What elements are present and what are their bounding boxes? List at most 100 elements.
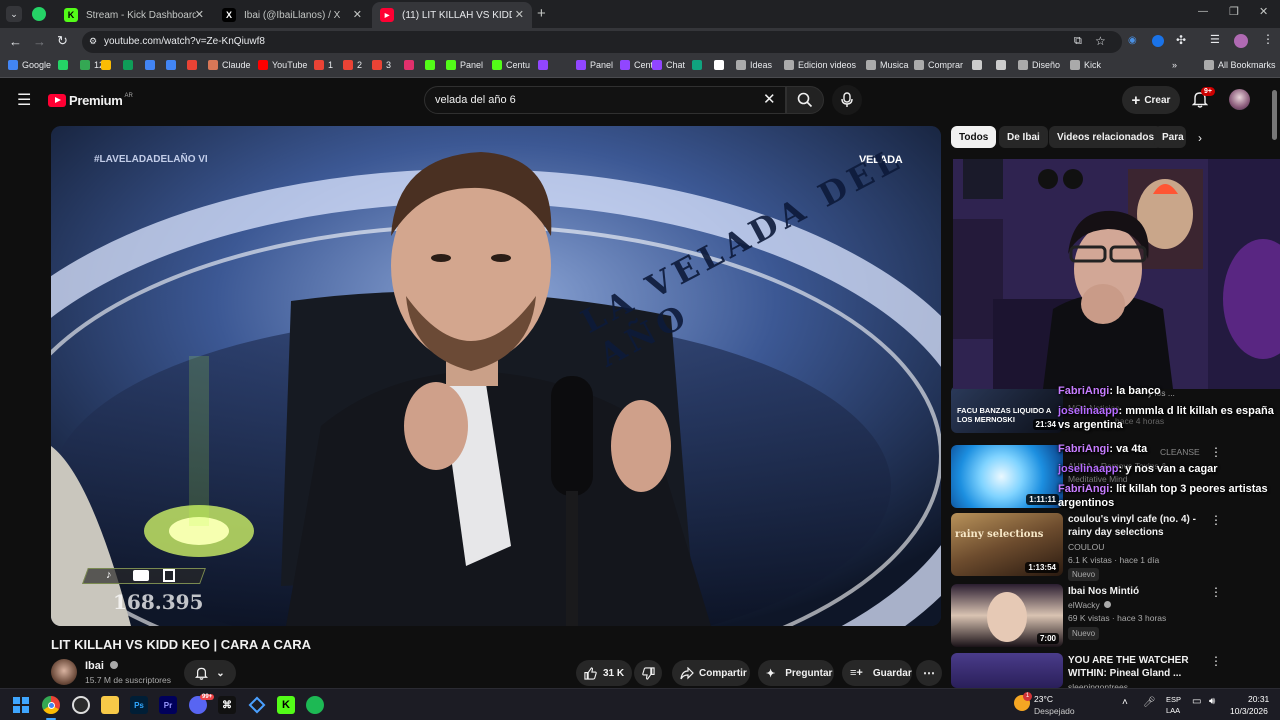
like-button[interactable]: 31 K	[576, 660, 632, 686]
windows-start-icon[interactable]	[13, 697, 29, 713]
microphone-tray-icon[interactable]: 🎤︎	[1143, 697, 1156, 708]
bookmark-item[interactable]	[996, 60, 1010, 70]
bookmark-item[interactable]	[404, 60, 418, 70]
bookmark-item[interactable]: Kick	[1070, 60, 1101, 70]
all-bookmarks-button[interactable]: All Bookmarks	[1204, 60, 1276, 70]
bookmark-item[interactable]: 3	[372, 60, 391, 70]
chip-de-ibai[interactable]: De Ibai	[999, 126, 1048, 148]
youtube-logo[interactable]: Premium AR	[48, 93, 133, 108]
tab-x-ibai[interactable]: X Ibai (@IbaiLlanos) / X ✕	[214, 2, 370, 28]
bookmark-item[interactable]: Centu	[492, 60, 530, 70]
site-info-icon[interactable]: ⚙	[89, 36, 97, 47]
network-icon[interactable]: ▭	[1192, 696, 1201, 707]
extension-shazam-icon[interactable]	[1152, 35, 1164, 47]
channel-name[interactable]: Ibai	[85, 660, 119, 672]
photoshop-icon[interactable]: Ps	[130, 696, 148, 714]
bookmark-item[interactable]: 2	[343, 60, 362, 70]
rec-channel[interactable]: COULOU	[1068, 542, 1104, 552]
notifications-button[interactable]: 9+	[1191, 87, 1215, 113]
tab-youtube-video[interactable]: ▶ (11) LIT KILLAH VS KIDD KEO | C ✕	[372, 2, 532, 28]
minimize-button[interactable]: —	[1198, 6, 1208, 17]
kick-icon[interactable]: K	[277, 696, 295, 714]
ask-button[interactable]: ✦ Preguntar	[758, 660, 834, 686]
tray-chevron-icon[interactable]: ˄	[1122, 697, 1128, 708]
profile-avatar[interactable]	[1234, 34, 1248, 48]
bookmark-item[interactable]: Claude	[208, 60, 251, 70]
back-arrow-icon[interactable]: ←	[9, 34, 22, 49]
app-diamond-icon[interactable]	[248, 696, 266, 714]
reload-icon[interactable]: ↻	[57, 33, 68, 49]
subscription-bell-button[interactable]: ⌄	[184, 660, 236, 686]
bookmark-star-icon[interactable]: ☆	[1095, 34, 1106, 48]
bookmark-item[interactable]: Google	[8, 60, 51, 70]
account-avatar[interactable]	[1229, 89, 1250, 110]
bookmark-item[interactable]	[714, 60, 728, 70]
share-button[interactable]: Compartir	[672, 660, 750, 686]
volume-icon[interactable]: 🔊︎	[1209, 696, 1215, 707]
url-text[interactable]: youtube.com/watch?v=Ze-KnQiuwf8	[104, 36, 265, 47]
more-actions-button[interactable]: ⋯	[916, 660, 942, 686]
bookmark-item[interactable]: Ideas	[736, 60, 772, 70]
clear-search-icon[interactable]: ✕	[763, 90, 776, 108]
bookmark-item[interactable]	[425, 60, 439, 70]
channel-avatar[interactable]	[51, 659, 77, 685]
video-player[interactable]: #LAVELADADELAÑO VI VELADA LA VELADA DEL …	[51, 126, 941, 626]
clock-time[interactable]: 20:31	[1248, 694, 1269, 704]
bookmark-item[interactable]: 1	[314, 60, 333, 70]
bookmark-item[interactable]	[692, 60, 706, 70]
close-icon[interactable]: ✕	[195, 8, 204, 21]
bookmark-item[interactable]: Panel	[576, 60, 613, 70]
bookmark-item[interactable]	[166, 60, 180, 70]
bookmark-item[interactable]: YouTube	[258, 60, 307, 70]
address-bar[interactable]: ⚙ youtube.com/watch?v=Ze-KnQiuwf8 ⧉ ☆	[82, 31, 1122, 53]
bookmark-item[interactable]	[123, 60, 137, 70]
clock-date[interactable]: 10/3/2026	[1230, 706, 1268, 716]
rec-thumbnail[interactable]: 7:00	[951, 584, 1063, 647]
voice-search-button[interactable]	[832, 85, 862, 115]
dislike-button[interactable]	[634, 660, 662, 686]
rec-menu-icon[interactable]: ⋮	[1210, 513, 1222, 527]
bookmark-item[interactable]	[972, 60, 986, 70]
bookmark-item[interactable]	[101, 60, 115, 70]
bookmark-item[interactable]	[187, 60, 201, 70]
extensions-puzzle-icon[interactable]: ✣	[1176, 33, 1186, 47]
close-icon[interactable]: ✕	[515, 8, 524, 21]
lang-layout[interactable]: LAA	[1166, 706, 1180, 715]
rec-menu-icon[interactable]: ⋮	[1210, 445, 1222, 459]
search-button[interactable]	[786, 86, 824, 114]
page-scrollbar[interactable]	[1272, 90, 1277, 140]
bookmark-item[interactable]: Panel	[446, 60, 483, 70]
search-input[interactable]: velada del año 6 ✕	[424, 86, 786, 114]
bookmark-item[interactable]	[58, 60, 72, 70]
chip-para[interactable]: Para	[1154, 126, 1186, 148]
bookmark-item[interactable]	[145, 60, 159, 70]
rec-menu-icon[interactable]: ⋮	[1210, 585, 1222, 599]
bookmark-item[interactable]: Musica	[866, 60, 909, 70]
bookmarks-overflow-button[interactable]: »	[1172, 60, 1177, 70]
tab-search-button[interactable]: ⌄	[6, 6, 22, 22]
bookmark-item[interactable]: Diseño	[1018, 60, 1060, 70]
lang-code[interactable]: ESP	[1166, 695, 1181, 704]
whatsapp-pinned-tab[interactable]	[32, 7, 46, 21]
extension-audio-icon[interactable]: ◉	[1128, 35, 1137, 46]
rec-channel[interactable]: elWacky	[1068, 600, 1112, 610]
tab-kick-dashboard[interactable]: K Stream - Kick Dashboard ✕	[56, 2, 212, 28]
rec-thumbnail[interactable]: 1:11:11	[951, 445, 1063, 508]
premiere-icon[interactable]: Pr	[159, 696, 177, 714]
rec-thumbnail[interactable]: FACU BANZAS LIQUIDO A LOS MERNOSKI 21:34	[951, 386, 1063, 433]
create-button[interactable]: + Crear	[1122, 86, 1180, 114]
chrome-icon[interactable]	[42, 696, 60, 714]
bookmark-item[interactable]: Edicion videos	[784, 60, 856, 70]
rec-thumbnail[interactable]: rainy selections 1:13:54	[951, 513, 1063, 576]
spotify-icon[interactable]	[306, 696, 324, 714]
save-button[interactable]: ≡+ Guardar	[842, 660, 912, 686]
close-icon[interactable]: ✕	[353, 8, 362, 21]
capcut-icon[interactable]: ⌘	[218, 696, 236, 714]
chevron-right-icon[interactable]: ›	[1198, 131, 1202, 145]
browser-menu-icon[interactable]: ⋮	[1262, 32, 1274, 46]
chip-todos[interactable]: Todos	[951, 126, 997, 148]
reading-list-icon[interactable]: ☰	[1210, 33, 1220, 46]
rec-title[interactable]: YOU ARE THE WATCHER WITHIN: Pineal Gland…	[1068, 654, 1208, 680]
rec-thumbnail[interactable]	[951, 653, 1063, 688]
bookmark-item[interactable]: Comprar	[914, 60, 963, 70]
